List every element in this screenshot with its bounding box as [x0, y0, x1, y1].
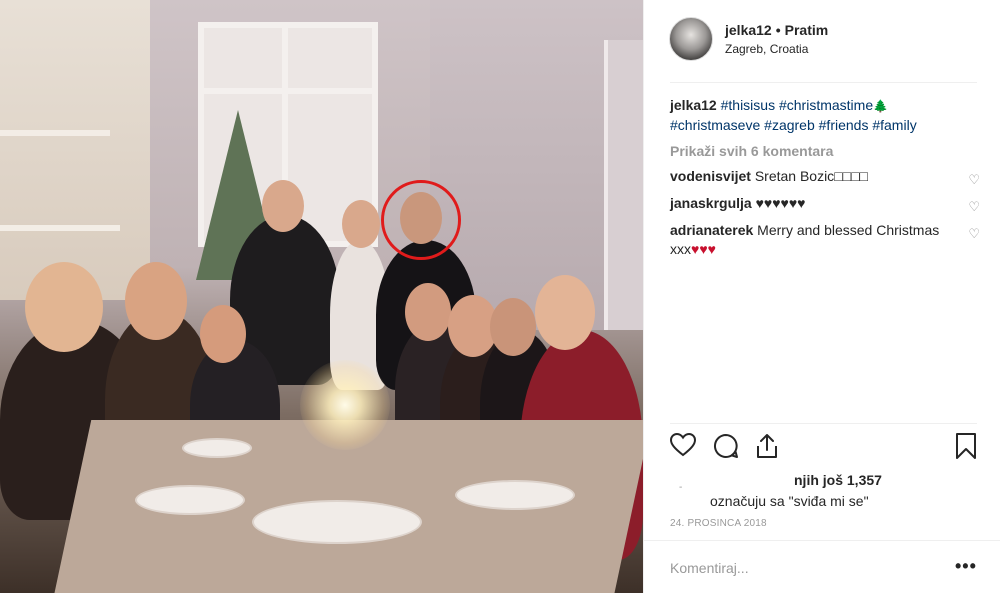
comment-item: janaskrgulja ♥♥♥♥♥♥ ♡ [670, 194, 980, 216]
photo-plate [252, 500, 422, 544]
heart-icon[interactable] [669, 432, 697, 464]
small-heart-icon[interactable]: ♡ [968, 170, 980, 189]
author-username[interactable]: jelka12 [725, 22, 772, 38]
likes-label: označuju sa "sviđa mi se" [710, 493, 869, 509]
comment-username[interactable]: vodenisvijet [670, 168, 751, 184]
add-comment-input[interactable] [670, 556, 940, 580]
comment-icon[interactable] [713, 433, 739, 466]
photo-person-head [405, 283, 451, 341]
comment-text: Sretan Bozic [754, 168, 835, 184]
hashtag-link[interactable]: #zagreb [764, 117, 815, 133]
separator-dot: • [775, 22, 781, 38]
avatar[interactable] [669, 17, 713, 61]
photo-plate [455, 480, 575, 510]
photo-person-head [262, 180, 304, 232]
small-heart-icon[interactable]: ♡ [968, 224, 980, 243]
photo-candle-glow [300, 360, 390, 450]
photo-person-head [25, 262, 103, 352]
hashtag-link[interactable]: #christmastime [779, 97, 873, 113]
post-header: jelka12 • Pratim Zagreb, Croatia [644, 0, 1000, 84]
red-highlight-circle [381, 180, 461, 260]
photo-person-head [125, 262, 187, 340]
post-author-line: jelka12 • Pratim [725, 22, 828, 38]
comments-section: jelka12 #thisisus #christmastime🌲 #chris… [670, 96, 980, 259]
small-heart-icon[interactable]: ♡ [968, 197, 980, 216]
hashtag-link[interactable]: #christmaseve [670, 117, 760, 133]
caption-username[interactable]: jelka12 [670, 97, 717, 113]
photo-shelf [0, 130, 110, 136]
hashtag-link[interactable]: #friends [819, 117, 869, 133]
photo-shelf-lower [0, 225, 120, 231]
photo-plate [182, 438, 252, 458]
post-date[interactable]: 24. PROSINCA 2018 [670, 518, 767, 529]
post-side-panel: jelka12 • Pratim Zagreb, Croatia jelka12 #… [643, 0, 1000, 593]
post-photo[interactable] [0, 0, 643, 593]
photo-plate [135, 485, 245, 515]
christmas-tree-emoji: 🌲 [873, 99, 889, 113]
comment-item: vodenisvijet Sretan Bozic□□□□ ♡ [670, 167, 980, 189]
photo-person-head [342, 200, 380, 248]
photo-wall-left [0, 0, 150, 300]
photo-person-head [200, 305, 246, 363]
comment-emoji: ♥♥♥ [691, 241, 716, 257]
following-button[interactable]: Pratim [785, 22, 829, 38]
header-divider [670, 82, 977, 83]
comment-text: ♥♥♥♥♥♥ [755, 195, 806, 211]
photo-door [604, 40, 643, 330]
post-location[interactable]: Zagreb, Croatia [725, 42, 808, 56]
likes-count[interactable]: njih još 1,357 [794, 472, 882, 488]
comment-emoji: □□□□ [834, 168, 869, 184]
likes-avatar-placeholder: - [679, 482, 683, 493]
add-comment-divider [644, 540, 1000, 541]
post-actions [669, 432, 980, 466]
share-icon[interactable] [755, 433, 779, 466]
comment-item: adrianaterek Merry and blessed Christmas… [670, 221, 980, 259]
bookmark-icon[interactable] [955, 433, 977, 466]
post-caption: jelka12 #thisisus #christmastime🌲 #chris… [670, 96, 980, 135]
more-options-button[interactable]: ••• [955, 556, 977, 577]
comment-username[interactable]: adrianaterek [670, 222, 753, 238]
hashtag-link[interactable]: #family [872, 117, 916, 133]
hashtag-link[interactable]: #thisisus [721, 97, 775, 113]
photo-person-head [490, 298, 536, 356]
photo-person-head [535, 275, 595, 350]
actions-divider [670, 423, 977, 424]
view-all-comments-link[interactable]: Prikaži svih 6 komentara [670, 143, 980, 159]
comment-username[interactable]: janaskrgulja [670, 195, 752, 211]
